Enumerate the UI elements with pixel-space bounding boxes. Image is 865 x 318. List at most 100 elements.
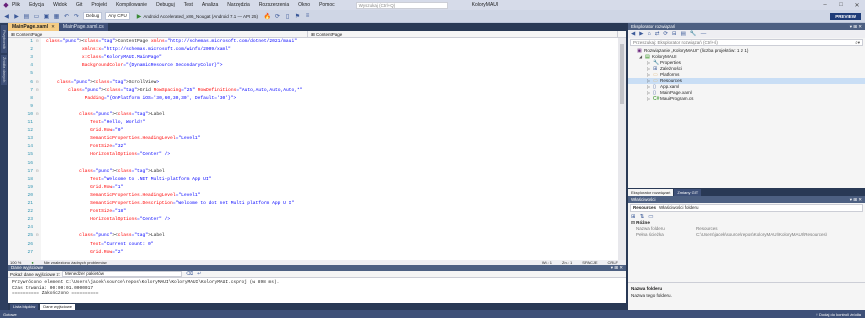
menu-item[interactable]: Okno: [298, 2, 310, 8]
word-wrap-icon[interactable]: ↵: [197, 271, 201, 277]
tab-git-changes[interactable]: Zmiany GIT: [674, 188, 702, 196]
property-row[interactable]: Pełna ścieżka C:\Users\jacek\source\repo…: [628, 232, 865, 238]
menu-item[interactable]: Widok: [53, 2, 67, 8]
code-line[interactable]: 1 ⊟ class="punc"><class="tag">ContentPage …: [8, 39, 618, 45]
code-line[interactable]: 19 Grid.Row="1": [8, 185, 618, 191]
maximize-icon[interactable]: □: [833, 2, 849, 9]
object-selector[interactable]: Resources Właściwości folderu: [630, 204, 863, 212]
code-line[interactable]: 7 ⊟ class="punc"><class="tag">Grid RowSpa…: [8, 88, 618, 94]
refresh-icon[interactable]: ⟳: [274, 13, 281, 20]
refresh-icon[interactable]: ⟳: [663, 31, 668, 37]
menu-item[interactable]: Edycja: [29, 2, 44, 8]
close-tab-icon[interactable]: ✕: [51, 23, 55, 31]
code-line[interactable]: 13 SemanticProperties.HeadingLevel="Leve…: [8, 136, 618, 142]
run-target-select[interactable]: Android Accelerated_x86_Nougat (Android …: [143, 14, 258, 19]
platform-select[interactable]: Any CPU: [105, 12, 130, 20]
save-all-icon[interactable]: ▦: [53, 13, 60, 20]
tab-output[interactable]: Dane wyjściowe: [40, 303, 75, 310]
code-line[interactable]: 21 SemanticProperties.Description="Welco…: [8, 201, 618, 207]
menu-item[interactable]: Kompilowanie: [116, 2, 147, 8]
fold-icon[interactable]: ⊟: [36, 169, 38, 175]
code-line[interactable]: 4 BackgroundColor="{DynamicResource Seco…: [8, 63, 618, 69]
code-line[interactable]: 12 Grid.Row="0": [8, 128, 618, 134]
property-pages-icon[interactable]: ▭: [648, 214, 653, 220]
output-source-select[interactable]: Menedżer pakietów: [62, 271, 183, 277]
comment-icon[interactable]: ≡: [304, 13, 311, 20]
add-to-source-control[interactable]: ↑ Dodaj do kontroli źródła: [816, 312, 861, 317]
code-line[interactable]: 20 SemanticProperties.HeadingLevel="Leve…: [8, 193, 618, 199]
code-line[interactable]: 24: [8, 225, 618, 231]
close-icon[interactable]: ✕: [849, 2, 865, 9]
fold-icon[interactable]: ⊟: [36, 39, 38, 45]
menu-item[interactable]: Plik: [12, 2, 20, 8]
tab-solution-explorer[interactable]: Eksplorator rozwiązań: [628, 188, 674, 196]
menu-item[interactable]: Debuguj: [156, 2, 175, 8]
categorized-icon[interactable]: ⊞: [631, 214, 636, 220]
dash-icon[interactable]: —: [701, 31, 707, 37]
code-line[interactable]: 22 FontSize="18": [8, 209, 618, 215]
code-line[interactable]: 3 x:Class="KoloryMAUI.MainPage": [8, 55, 618, 61]
tab-error-list[interactable]: Lista błędów: [10, 303, 39, 310]
tab-mainpage-xaml-cs[interactable]: MainPage.xaml.cs: [58, 23, 108, 31]
code-line[interactable]: 15 HorizontalOptions="Center" />: [8, 152, 618, 158]
code-line[interactable]: 8 Padding="{OnPlatform iOS='30,60,30,30'…: [8, 96, 618, 102]
code-line[interactable]: 17 ⊟ class="punc"><class="tag">Label: [8, 169, 618, 175]
fold-icon[interactable]: ⊟: [36, 233, 38, 239]
scroll-thumb[interactable]: [620, 44, 624, 104]
collapse-all-icon[interactable]: ⊟: [672, 31, 677, 37]
forward-icon[interactable]: ▶: [639, 31, 643, 37]
alphabetical-icon[interactable]: ⇅: [640, 214, 645, 220]
wrench-icon[interactable]: 🔧: [690, 31, 697, 37]
tree-item[interactable]: ▷ C# MauiProgram.cs: [628, 96, 865, 102]
run-icon[interactable]: ▶: [137, 13, 142, 20]
menu-item[interactable]: Projekt: [91, 2, 107, 8]
menu-item[interactable]: Pomoc: [319, 2, 335, 8]
new-file-icon[interactable]: ▤: [23, 13, 30, 20]
bookmark-icon[interactable]: ⚑: [294, 13, 301, 20]
device-icon[interactable]: ▯: [284, 13, 291, 20]
fold-icon[interactable]: ⊟: [36, 88, 38, 94]
code-line[interactable]: 23 HorizontalOptions="Center" />: [8, 217, 618, 223]
fold-icon[interactable]: ⊟: [36, 80, 38, 86]
menu-item[interactable]: Git: [76, 2, 82, 8]
menu-item[interactable]: Test: [184, 2, 193, 8]
type-dropdown[interactable]: ⊞ ContentPage: [8, 31, 308, 38]
code-editor[interactable]: 1 ⊟ class="punc"><class="tag">ContentPage …: [8, 38, 618, 260]
forward-icon[interactable]: ▶: [13, 13, 20, 20]
back-icon[interactable]: ◀: [3, 13, 10, 20]
sync-icon[interactable]: ⇄: [655, 31, 660, 37]
code-line[interactable]: 14 FontSize="32": [8, 144, 618, 150]
fold-icon[interactable]: ⊟: [36, 112, 38, 118]
quick-search-input[interactable]: Wyszukaj (Ctrl+Q): [355, 1, 448, 9]
code-line[interactable]: 27 Grid.Row="2": [8, 250, 618, 256]
member-dropdown[interactable]: ⊞ ContentPage: [308, 31, 618, 38]
code-line[interactable]: 26 Text="Current count: 0": [8, 242, 618, 248]
undo-icon[interactable]: ↶: [63, 13, 70, 20]
toolbox-tab[interactable]: Przybornik: [1, 25, 7, 53]
search-options-icon[interactable]: ⌕▾: [855, 40, 860, 45]
data-sources-tab[interactable]: Źródła danych: [1, 55, 7, 85]
code-line[interactable]: 2 xmlns:x="http://schemas.microsoft.com/…: [8, 47, 618, 53]
show-all-files-icon[interactable]: ▤: [681, 31, 686, 37]
code-line[interactable]: 25 ⊟ class="punc"><class="tag">Label: [8, 233, 618, 239]
home-icon[interactable]: ⌂: [647, 31, 650, 37]
clear-all-icon[interactable]: ⌫: [186, 271, 193, 277]
code-line[interactable]: 16: [8, 161, 618, 167]
tab-mainpage-xaml[interactable]: MainPage.xaml ✕: [8, 23, 59, 31]
open-file-icon[interactable]: ▭: [33, 13, 40, 20]
code-line[interactable]: 10 ⊟ class="punc"><class="tag">Label: [8, 112, 618, 118]
minimize-icon[interactable]: –: [817, 2, 833, 9]
solution-search-input[interactable]: Przeszukaj: Eksplorator rozwiązań (Ctrl+…: [630, 39, 863, 46]
configuration-select[interactable]: Debug: [83, 12, 103, 20]
panel-controls-icon[interactable]: ▾ ⊞ ✕: [611, 265, 623, 271]
code-line[interactable]: 5: [8, 71, 618, 77]
code-line[interactable]: 6 ⊟ class="punc"><class="tag">ScrollView>: [8, 80, 618, 86]
hot-reload-icon[interactable]: 🔥: [264, 13, 271, 20]
code-line[interactable]: 11 Text="Hello, World!": [8, 120, 618, 126]
menu-item[interactable]: Analiza: [202, 2, 218, 8]
editor-scrollbar[interactable]: [618, 38, 626, 260]
code-line[interactable]: 18 Text="Welcome to .NET Multi-platform …: [8, 177, 618, 183]
redo-icon[interactable]: ↷: [73, 13, 80, 20]
panel-controls-icon[interactable]: ▾ ⊞ ✕: [850, 23, 862, 30]
menu-item[interactable]: Narzędzia: [227, 2, 250, 8]
